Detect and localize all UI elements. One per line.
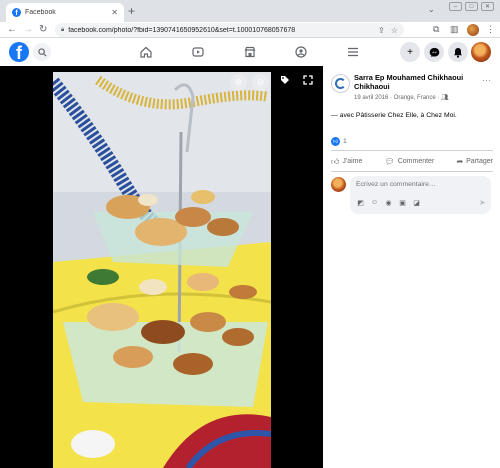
- new-tab-button[interactable]: +: [128, 5, 135, 17]
- address-bar[interactable]: 🔒︎ facebook.com/photo/?fbid=139074165095…: [55, 23, 404, 37]
- commenter-avatar: [331, 177, 346, 192]
- share-icon[interactable]: ⇪: [378, 26, 385, 35]
- facebook-logo[interactable]: f: [9, 42, 29, 62]
- more-options-icon[interactable]: ···: [482, 76, 492, 85]
- like-label: J'aime: [342, 158, 363, 165]
- browser-tabstrip: f Facebook ✕ + ⌄ – □ ✕: [0, 0, 500, 22]
- comment-button[interactable]: 💬︎ Commenter: [385, 154, 435, 169]
- messenger-icon[interactable]: [424, 42, 444, 62]
- zoom-out-icon[interactable]: ⊖: [252, 74, 269, 91]
- home-icon[interactable]: [138, 44, 154, 60]
- camera-icon[interactable]: ◉: [384, 199, 393, 207]
- tab-close-icon[interactable]: ✕: [111, 8, 118, 17]
- side-panel-icon[interactable]: ▥: [450, 24, 459, 35]
- browser-menu-icon[interactable]: ⋮: [486, 24, 495, 35]
- post-details-pane: Sarra Ep Mouhamed Chikhaoui Chikhaoui 19…: [323, 66, 500, 468]
- lock-icon: 🔒︎: [61, 26, 65, 33]
- search-icon[interactable]: [33, 43, 51, 61]
- reload-button[interactable]: ↻: [39, 23, 47, 37]
- divider: [331, 150, 493, 151]
- tab-search-icon[interactable]: ⌄: [428, 5, 435, 14]
- comment-icon: 💬︎: [384, 157, 395, 166]
- marketplace-icon[interactable]: [242, 44, 258, 60]
- sticker-icon[interactable]: ◪: [412, 199, 421, 207]
- divider: [331, 171, 493, 172]
- comment-composer[interactable]: ◩ ☺ ◉ ▣ ◪ ➤: [350, 176, 491, 214]
- photo-viewer: ⊕ ⊖: [0, 66, 323, 468]
- share-arrow-icon: ➦: [456, 157, 464, 166]
- post-date[interactable]: 19 avril 2016: [354, 95, 388, 101]
- comment-label: Commenter: [397, 158, 435, 165]
- tag-icon[interactable]: [280, 75, 290, 88]
- zoom-in-icon[interactable]: ⊕: [230, 74, 247, 91]
- close-window-button[interactable]: ✕: [481, 2, 494, 11]
- forward-button[interactable]: →: [23, 23, 33, 37]
- avatar-sticker-icon[interactable]: ◩: [356, 199, 365, 207]
- send-icon[interactable]: ➤: [479, 198, 486, 207]
- facebook-favicon-icon: f: [12, 8, 21, 17]
- share-label: Partager: [466, 158, 493, 165]
- tab-title: Facebook: [25, 9, 56, 16]
- url-text: facebook.com/photo/?fbid=139074165095261…: [68, 26, 296, 34]
- emoji-icon[interactable]: ☺: [370, 199, 379, 207]
- browser-tab[interactable]: f Facebook ✕: [6, 3, 124, 22]
- thumbs-up-icon: 👍︎: [331, 156, 340, 166]
- author-name[interactable]: Sarra Ep Mouhamed Chikhaoui Chikhaoui: [354, 73, 494, 91]
- back-button[interactable]: ←: [7, 23, 17, 37]
- author-avatar[interactable]: [331, 74, 350, 93]
- post-location[interactable]: Orange, France: [394, 95, 436, 101]
- post-photo[interactable]: [53, 72, 271, 468]
- share-button[interactable]: ➦ Partager: [456, 154, 493, 169]
- reaction-count: 1: [343, 138, 347, 145]
- post-caption: — avec Pâtisserie Chez Elle, à Chez Moi.: [331, 112, 457, 119]
- create-icon[interactable]: +: [400, 42, 420, 62]
- account-avatar[interactable]: [471, 42, 491, 62]
- browser-toolbar: ← → ↻ 🔒︎ facebook.com/photo/?fbid=139074…: [0, 22, 500, 38]
- gif-icon[interactable]: ▣: [398, 199, 407, 207]
- maximize-button[interactable]: □: [465, 2, 478, 11]
- audience-icon: 👥︎: [441, 95, 449, 101]
- pastry-stand-image: [53, 72, 271, 468]
- bookmark-star-icon[interactable]: ☆: [391, 26, 398, 35]
- comment-tools: ◩ ☺ ◉ ▣ ◪: [356, 199, 421, 207]
- post-actions: 👍︎ J'aime 💬︎ Commenter ➦ Partager: [331, 154, 493, 169]
- groups-icon[interactable]: [293, 44, 309, 60]
- watch-icon[interactable]: [190, 44, 206, 60]
- comment-input[interactable]: [356, 181, 481, 188]
- minimize-button[interactable]: –: [449, 2, 462, 11]
- reactions-summary[interactable]: 👍︎ 1: [331, 137, 347, 146]
- menu-icon[interactable]: [345, 44, 361, 60]
- post-meta: 19 avril 2016 · Orange, France · 👥︎: [354, 95, 449, 101]
- fullscreen-icon[interactable]: [303, 75, 313, 88]
- notifications-icon[interactable]: [448, 42, 468, 62]
- extensions-icon[interactable]: ⧉: [433, 24, 439, 35]
- browser-profile-avatar[interactable]: [467, 24, 479, 36]
- like-reaction-icon: 👍︎: [331, 137, 340, 146]
- facebook-header: f +: [0, 38, 500, 66]
- like-button[interactable]: 👍︎ J'aime: [331, 154, 362, 169]
